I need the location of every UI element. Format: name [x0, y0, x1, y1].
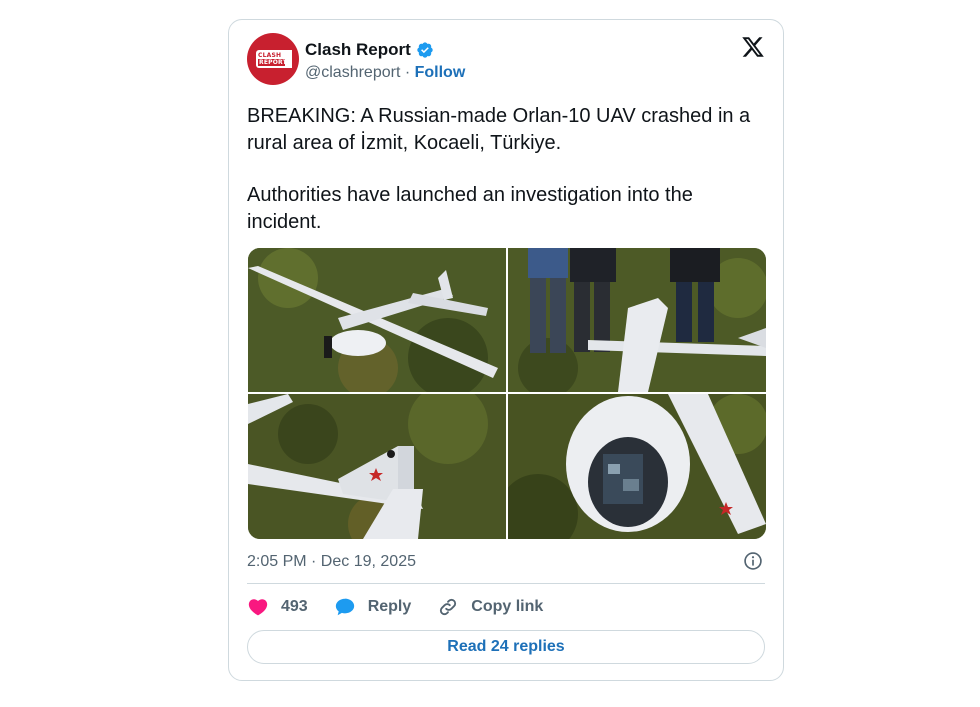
- avatar[interactable]: CLASH REPORT: [247, 33, 299, 85]
- copy-link-label: Copy link: [471, 598, 544, 615]
- speech-bubble-icon: [335, 598, 354, 616]
- divider: [247, 583, 765, 584]
- handle-separator: ·: [400, 64, 415, 81]
- avatar-logo-text: CLASH REPORT: [258, 52, 290, 66]
- avatar-text-clash: CLASH: [258, 52, 282, 59]
- tweet-paragraph-2: Authorities have launched an investigati…: [247, 184, 693, 233]
- x-logo-icon[interactable]: [741, 35, 765, 59]
- photo-drone-nose-electronics[interactable]: [508, 394, 766, 539]
- display-name[interactable]: Clash Report: [305, 40, 411, 60]
- verified-badge-icon: [417, 42, 433, 58]
- tweet-paragraph-1: BREAKING: A Russian-made Orlan-10 UAV cr…: [247, 105, 751, 154]
- photo-drone-tail-red-star[interactable]: [248, 394, 506, 539]
- like-button[interactable]: 493: [247, 596, 308, 618]
- tweet-text: BREAKING: A Russian-made Orlan-10 UAV cr…: [247, 103, 767, 236]
- timestamp-row: 2:05 PM · Dec 19, 2025: [247, 551, 765, 573]
- avatar-text-report: REPORT: [258, 59, 287, 66]
- photo-drone-on-grass[interactable]: [248, 248, 506, 392]
- name-row: Clash Report: [305, 39, 434, 61]
- handle-row: @clashreport · Follow: [305, 64, 465, 82]
- heart-icon: [248, 599, 268, 616]
- follow-button[interactable]: Follow: [415, 64, 466, 81]
- reply-button[interactable]: Reply: [334, 596, 412, 618]
- like-count: 493: [281, 598, 308, 615]
- photo-people-standing-by-drone[interactable]: [508, 248, 766, 392]
- handle[interactable]: @clashreport: [305, 64, 400, 81]
- tweet-header: CLASH REPORT Clash Report @clashreport ·…: [247, 33, 765, 89]
- read-replies-button[interactable]: Read 24 replies: [247, 630, 765, 664]
- reply-label: Reply: [367, 598, 412, 615]
- info-icon[interactable]: [743, 551, 763, 571]
- media-grid: [248, 248, 766, 539]
- copy-link-button[interactable]: Copy link: [437, 596, 543, 618]
- action-bar: 493 Reply Copy link: [247, 594, 569, 620]
- timestamp[interactable]: 2:05 PM · Dec 19, 2025: [247, 553, 416, 571]
- tweet-card: CLASH REPORT Clash Report @clashreport ·…: [228, 19, 784, 681]
- link-icon: [440, 598, 457, 616]
